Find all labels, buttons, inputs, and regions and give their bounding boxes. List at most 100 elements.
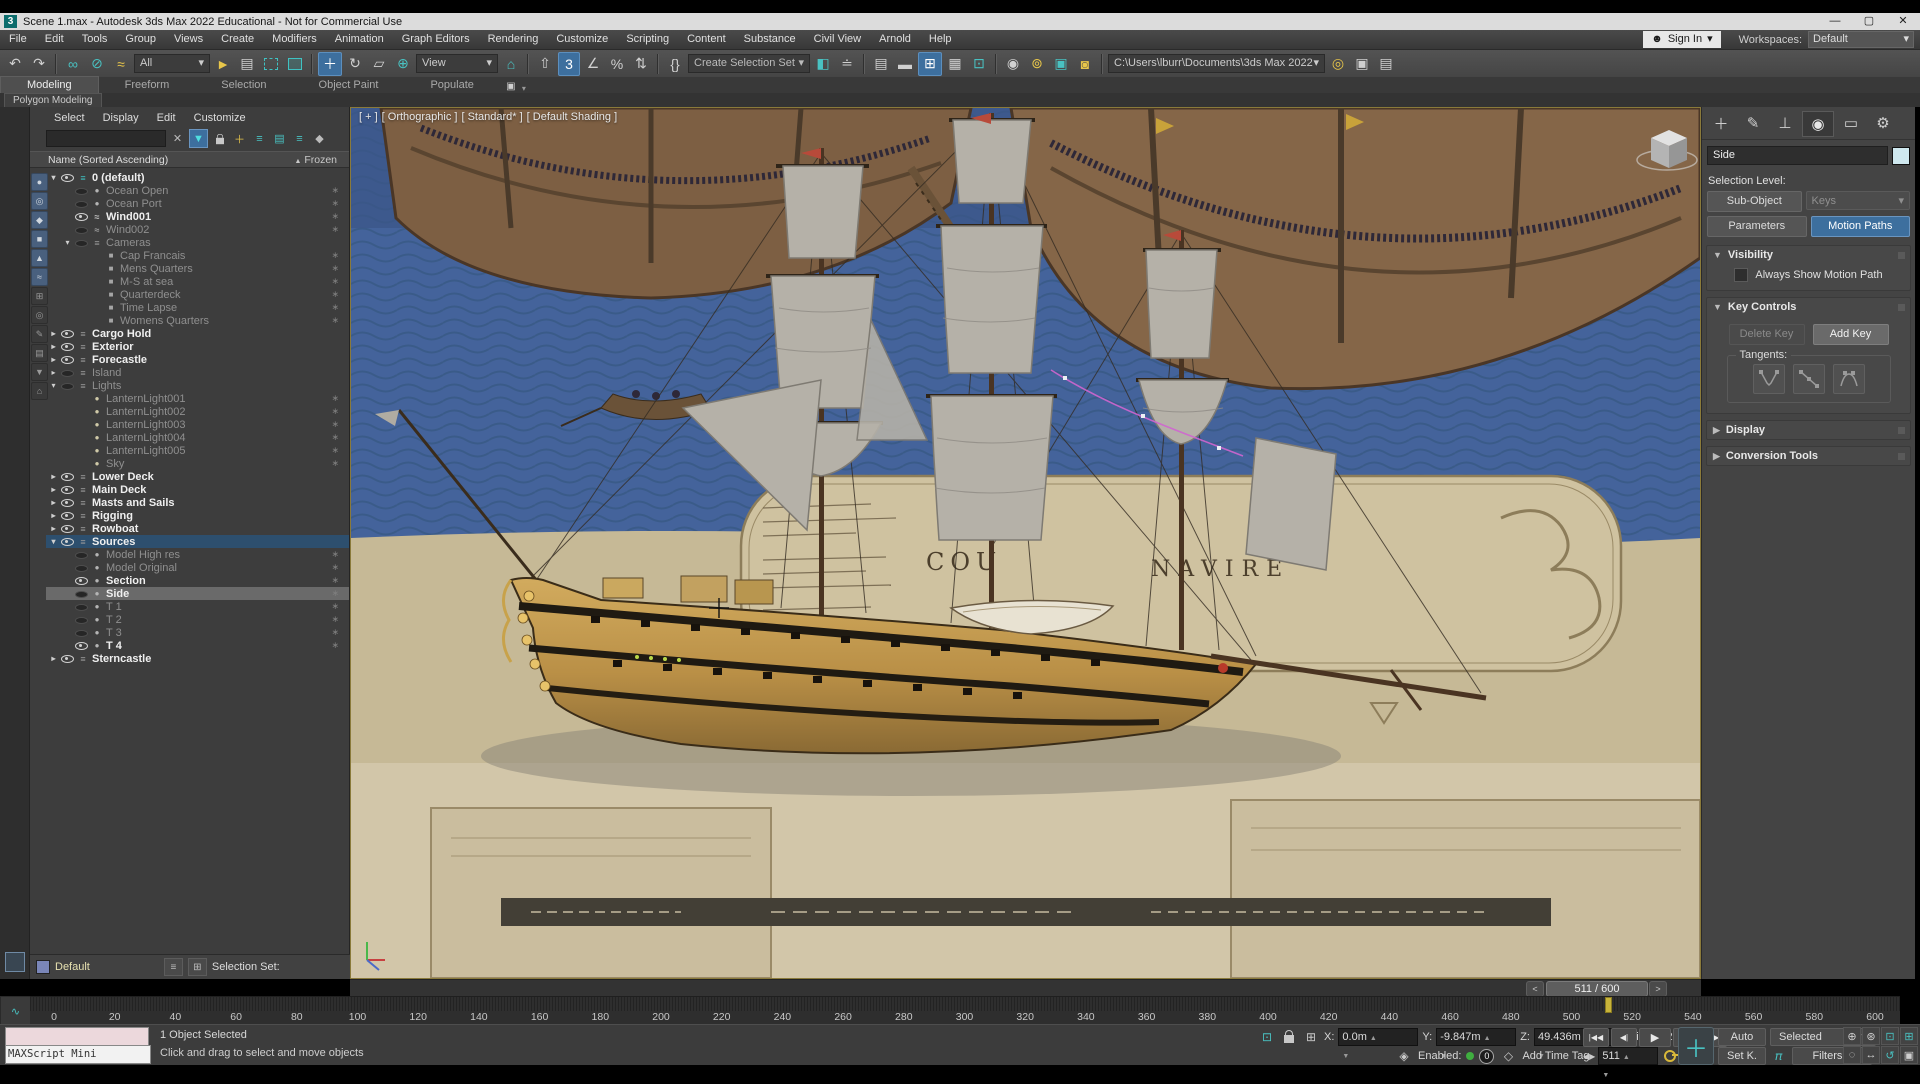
- menu-item[interactable]: Substance: [735, 30, 805, 49]
- eye-icon[interactable]: [75, 575, 88, 586]
- explorer-row[interactable]: ●LanternLight004∗: [46, 431, 349, 444]
- menu-item[interactable]: Customize: [547, 30, 617, 49]
- eye-icon[interactable]: [75, 640, 88, 651]
- explorer-row[interactable]: ●Ocean Open∗: [46, 184, 349, 197]
- explorer-row[interactable]: ●T 4∗: [46, 639, 349, 652]
- eye-icon[interactable]: [61, 523, 74, 534]
- menu-item[interactable]: Help: [920, 30, 961, 49]
- link-icon[interactable]: ∞: [62, 53, 84, 75]
- eye-icon[interactable]: [61, 536, 74, 547]
- add-time-tag-label[interactable]: Add Time Tag: [1522, 1050, 1589, 1062]
- ribbon-tab[interactable]: Modeling: [0, 76, 99, 93]
- expand-icon[interactable]: ▸: [49, 485, 58, 494]
- orbit-icon[interactable]: ↺: [1881, 1046, 1899, 1064]
- expand-icon[interactable]: ▾: [49, 173, 58, 182]
- eye-icon[interactable]: [61, 354, 74, 365]
- polygon-modeling-tab[interactable]: Polygon Modeling: [4, 93, 102, 107]
- mini-curve-editor-button[interactable]: ∿: [0, 996, 31, 1026]
- menu-item[interactable]: Modifiers: [263, 30, 326, 49]
- explorer-row[interactable]: ▾≡Lights: [46, 379, 349, 392]
- eye-icon[interactable]: [61, 653, 74, 664]
- eye-icon[interactable]: [75, 445, 88, 456]
- zoom-extents-icon[interactable]: ⊡: [1881, 1027, 1899, 1045]
- eye-icon[interactable]: [75, 224, 88, 235]
- menu-item[interactable]: Arnold: [870, 30, 920, 49]
- ribbon-tab[interactable]: Selection: [195, 77, 292, 93]
- select-by-name-icon[interactable]: ▤: [236, 53, 258, 75]
- hierarchy-tab-icon[interactable]: ⊥: [1770, 111, 1800, 135]
- eye-icon[interactable]: [75, 185, 88, 196]
- angle-snap-icon[interactable]: ∠: [582, 53, 604, 75]
- current-layer-label[interactable]: Default: [55, 961, 90, 973]
- time-slider-thumb[interactable]: 511 / 600: [1546, 981, 1648, 997]
- explorer-row[interactable]: ▾≡Sources: [46, 535, 349, 548]
- add-layer-icon[interactable]: ≡: [251, 130, 268, 147]
- ribbon-tab[interactable]: Populate: [404, 77, 499, 93]
- eye-icon[interactable]: [61, 172, 74, 183]
- explorer-row[interactable]: ▸≡Masts and Sails: [46, 496, 349, 509]
- lock-icon[interactable]: [211, 130, 228, 147]
- playhead[interactable]: [1605, 997, 1612, 1013]
- select-and-move-icon[interactable]: ＋: [318, 52, 342, 76]
- explorer-row[interactable]: ≈Wind002∗: [46, 223, 349, 236]
- unlink-icon[interactable]: ⊘: [86, 53, 108, 75]
- eye-icon[interactable]: [89, 276, 102, 287]
- snaps-toggle-icon[interactable]: 3: [558, 52, 580, 76]
- eye-icon[interactable]: [75, 419, 88, 430]
- frozen-toggle-icon[interactable]: ∗: [331, 406, 339, 417]
- select-object-icon[interactable]: ►: [212, 53, 234, 75]
- viewport-label-part[interactable]: [ + ]: [359, 111, 378, 123]
- redo-icon[interactable]: ↷: [28, 53, 50, 75]
- eye-icon[interactable]: [75, 237, 88, 248]
- selection-lock-icon[interactable]: [1280, 1028, 1298, 1046]
- close-button[interactable]: ✕: [1886, 14, 1920, 29]
- frozen-toggle-icon[interactable]: ∗: [331, 627, 339, 638]
- eye-icon[interactable]: [75, 614, 88, 625]
- explorer-row[interactable]: ▸≡Rigging: [46, 509, 349, 522]
- eye-icon[interactable]: [75, 198, 88, 209]
- frozen-toggle-icon[interactable]: ∗: [331, 445, 339, 456]
- frozen-toggle-icon[interactable]: ∗: [331, 198, 339, 209]
- frozen-toggle-icon[interactable]: ∗: [331, 250, 339, 261]
- eye-icon[interactable]: [61, 380, 74, 391]
- zoom-icon[interactable]: ⊕: [1843, 1027, 1861, 1045]
- eye-icon[interactable]: [75, 393, 88, 404]
- shield-icon[interactable]: ◈: [1395, 1047, 1413, 1065]
- expand-icon[interactable]: ▸: [49, 654, 58, 663]
- bind-spacewarp-icon[interactable]: ≈: [110, 53, 132, 75]
- explorer-row[interactable]: ●LanternLight003∗: [46, 418, 349, 431]
- previous-frame-button[interactable]: ◀|: [1611, 1028, 1637, 1047]
- layer-list-icon[interactable]: ≡: [164, 958, 183, 976]
- layer-color-swatch[interactable]: [36, 960, 50, 974]
- tangent-smooth-icon[interactable]: [1753, 364, 1785, 394]
- keys-dropdown[interactable]: Keys▾: [1806, 191, 1911, 210]
- frame-forward-button[interactable]: >: [1649, 981, 1667, 997]
- frozen-toggle-icon[interactable]: ∗: [331, 562, 339, 573]
- explorer-row[interactable]: ●Side∗: [46, 587, 349, 600]
- open-scene-icon[interactable]: ▤: [1375, 53, 1397, 75]
- menu-item[interactable]: Tools: [73, 30, 117, 49]
- workspace-dropdown[interactable]: Default▾: [1808, 31, 1914, 48]
- named-selection-sets-icon[interactable]: {}: [664, 53, 686, 75]
- explorer-menu-item[interactable]: Customize: [186, 112, 254, 124]
- conversion-tools-rollout-header[interactable]: ▶Conversion Tools: [1707, 447, 1910, 465]
- minimize-button[interactable]: —: [1818, 14, 1852, 29]
- explorer-row[interactable]: ●Model High res∗: [46, 548, 349, 561]
- menu-item[interactable]: Animation: [326, 30, 393, 49]
- explorer-row[interactable]: ▸≡Forecastle: [46, 353, 349, 366]
- eye-icon[interactable]: [75, 588, 88, 599]
- window-crossing-icon[interactable]: [284, 53, 306, 75]
- frozen-toggle-icon[interactable]: ∗: [331, 185, 339, 196]
- sub-object-button[interactable]: Sub-Object: [1707, 191, 1802, 212]
- mirror-icon[interactable]: ◧: [812, 53, 834, 75]
- named-selection-set-field[interactable]: Create Selection Set▾: [688, 54, 810, 73]
- frozen-toggle-icon[interactable]: ∗: [331, 601, 339, 612]
- set-key-big-button[interactable]: ＋: [1678, 1027, 1714, 1065]
- viewport-label-part[interactable]: [ Default Shading ]: [527, 111, 618, 123]
- eye-icon[interactable]: [89, 302, 102, 313]
- expand-icon[interactable]: ▸: [49, 368, 58, 377]
- eye-icon[interactable]: [89, 315, 102, 326]
- motion-paths-button[interactable]: Motion Paths: [1811, 216, 1911, 237]
- schematic-view-icon[interactable]: ⊡: [968, 53, 990, 75]
- menu-item[interactable]: Civil View: [805, 30, 870, 49]
